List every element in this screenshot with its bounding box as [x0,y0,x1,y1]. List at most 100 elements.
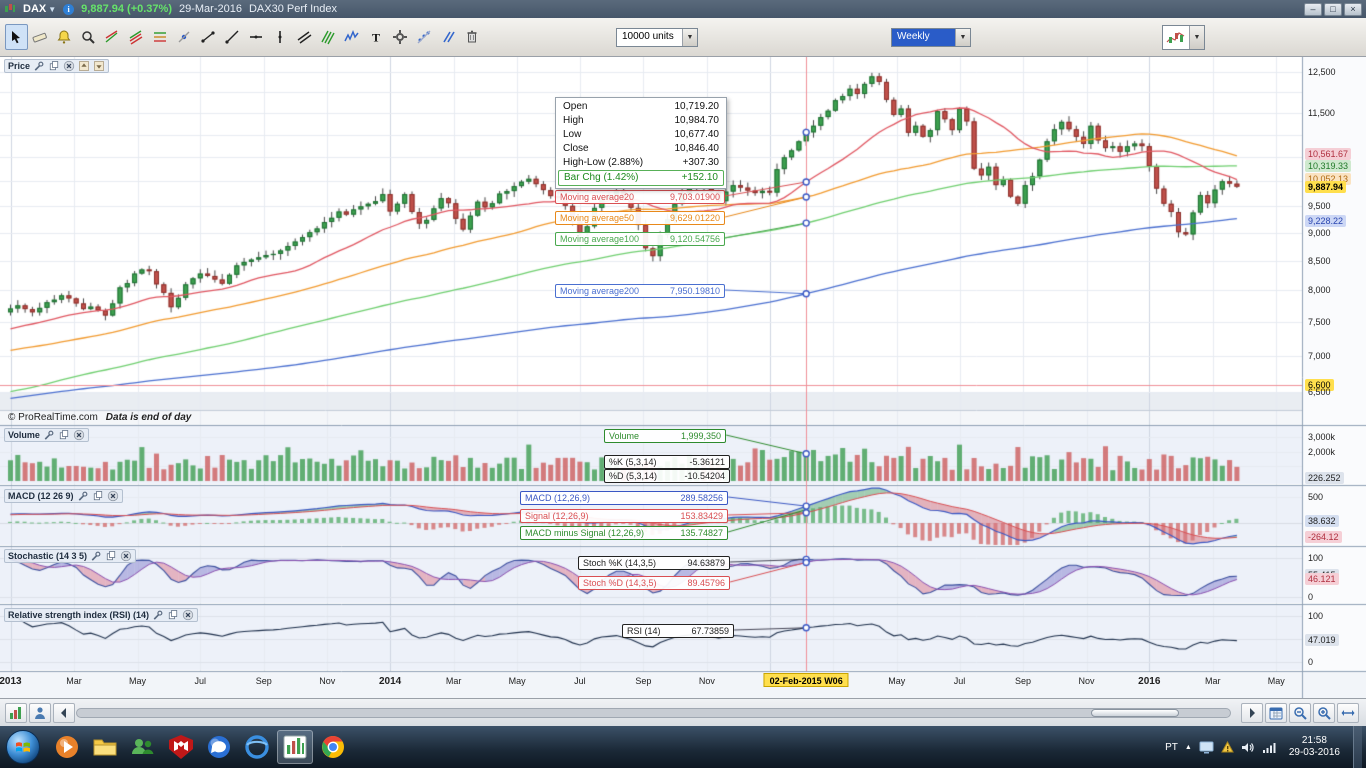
instrument-name: DAX30 Perf Index [249,3,337,15]
chart-type-select[interactable]: ▼ [1162,25,1205,50]
tool-text-button[interactable]: T [365,24,388,50]
network-icon[interactable] [1262,741,1276,754]
last-date: 29-Mar-2016 [179,3,242,15]
tool-hline-button[interactable] [245,24,268,50]
duplicate-icon[interactable] [167,609,179,621]
taskbar-app-messenger[interactable] [201,730,237,764]
tool-elliott-button[interactable] [341,24,364,50]
x-axis-label: Sep [1015,676,1031,686]
tool-trendlines-button[interactable] [101,24,124,50]
display-icon[interactable] [1199,741,1214,754]
scroll-right-button[interactable] [1241,703,1263,723]
taskbar-app-mcafee[interactable] [163,730,199,764]
tray-expand-icon[interactable]: ▲ [1185,744,1192,751]
restore-button[interactable]: □ [1324,3,1342,16]
indicator-value: 153.83429 [680,511,723,521]
indicator-label[interactable]: MACD (12,26,9)289.58256 [520,491,728,505]
timeframe-select[interactable]: Weekly ▼ [891,28,971,47]
taskbar-app-chrome[interactable] [315,730,351,764]
x-axis-label: Sep [256,676,272,686]
tooltip-value: 10,846.40 [675,142,720,156]
scroll-left-button[interactable] [53,703,75,723]
close-icon[interactable] [73,429,85,441]
duplicate-icon[interactable] [48,60,60,72]
tool-tools-button[interactable] [389,24,412,50]
chart-scrollbar[interactable] [76,708,1231,718]
taskbar-app-prorealtime[interactable] [277,730,313,764]
zoom-in-button[interactable] [1313,703,1335,723]
taskbar-app-contacts[interactable] [125,730,161,764]
candlestick-style-icon [1163,26,1189,49]
show-desktop-button[interactable] [1353,726,1362,768]
indicator-label[interactable]: RSI (14)67.73859 [622,624,734,638]
close-icon[interactable] [120,550,132,562]
axis-label: 7,500 [1305,316,1334,328]
duplicate-icon[interactable] [92,490,104,502]
settings-icon[interactable] [90,550,102,562]
tool-channel-button[interactable] [125,24,148,50]
chevron-down-icon: ▼ [1189,26,1204,49]
settings-icon[interactable] [152,609,164,621]
volume-icon[interactable] [1241,741,1255,754]
tool-ruler-button[interactable] [29,24,52,50]
indicator-label[interactable]: Volume1,999,350 [604,429,726,443]
taskbar-clock[interactable]: 21:58 29-03-2016 [1283,735,1346,759]
expand-button[interactable] [1337,703,1359,723]
start-button[interactable] [6,730,40,764]
move-up-icon[interactable] [78,60,90,72]
tool-eraser-button[interactable] [461,24,484,50]
copyright-text: © ProRealTime.com [8,412,98,423]
symbol-selector[interactable]: DAX ▼ [23,3,56,15]
calendar-button[interactable] [1265,703,1287,723]
tool-fibonacci-button[interactable] [149,24,172,50]
close-icon[interactable] [63,60,75,72]
close-icon[interactable] [182,609,194,621]
tool-cursor-button[interactable] [5,24,28,50]
info-icon[interactable]: i [63,4,74,15]
units-select[interactable]: 10000 units ▼ [616,28,698,47]
macd-panel-header: MACD (12 26 9) [4,489,123,503]
action-center-icon[interactable] [1221,741,1234,754]
symbol-label: DAX [23,3,46,15]
taskbar-app-browser[interactable] [239,730,275,764]
indicator-label[interactable]: Moving average2007,950.19810 [555,284,725,298]
tool-vline-button[interactable] [269,24,292,50]
indicator-label[interactable]: %K (5,3,14)-5.36121 [604,455,730,469]
tool-point-button[interactable] [173,24,196,50]
tool-alarm-button[interactable] [53,24,76,50]
indicator-label[interactable]: %D (5,3,14)-10.54204 [604,469,730,483]
indicator-name: MACD minus Signal (12,26,9) [525,528,644,538]
language-indicator[interactable]: PT [1165,742,1178,753]
person-button[interactable] [29,703,51,723]
tool-ray-button[interactable] [221,24,244,50]
settings-icon[interactable] [33,60,45,72]
close-button[interactable]: × [1344,3,1362,16]
move-down-icon[interactable] [93,60,105,72]
settings-icon[interactable] [77,490,89,502]
tool-segment-button[interactable] [197,24,220,50]
tool-scatter-button[interactable] [413,24,436,50]
indicator-value: -5.36121 [689,457,725,467]
indicator-label[interactable]: Moving average1009,120.54756 [555,232,725,246]
chart-nav-bar [0,698,1366,726]
settings-icon[interactable] [43,429,55,441]
duplicate-icon[interactable] [105,550,117,562]
indicator-label[interactable]: Stoch %D (14,3,5)89.45796 [578,576,730,590]
close-icon[interactable] [107,490,119,502]
tool-slashes-button[interactable] [437,24,460,50]
indicator-label[interactable]: MACD minus Signal (12,26,9)135.74827 [520,526,728,540]
tool-pitchfork-button[interactable] [317,24,340,50]
tool-zoom-button[interactable] [77,24,100,50]
tool-parallel-button[interactable] [293,24,316,50]
duplicate-icon[interactable] [58,429,70,441]
taskbar-app-media-player[interactable] [49,730,85,764]
zoom-out-button[interactable] [1289,703,1311,723]
taskbar-app-folder[interactable] [87,730,123,764]
scrollbar-thumb[interactable] [1091,709,1179,717]
indicator-label[interactable]: Signal (12,26,9)153.83429 [520,509,728,523]
mini-chart-button[interactable] [5,703,27,723]
indicator-label[interactable]: Stoch %K (14,3,5)94.63879 [578,556,730,570]
indicator-label[interactable]: Moving average509,629.01220 [555,211,725,225]
minimize-button[interactable]: – [1304,3,1322,16]
indicator-label[interactable]: Moving average209,703.01900 [555,190,725,204]
